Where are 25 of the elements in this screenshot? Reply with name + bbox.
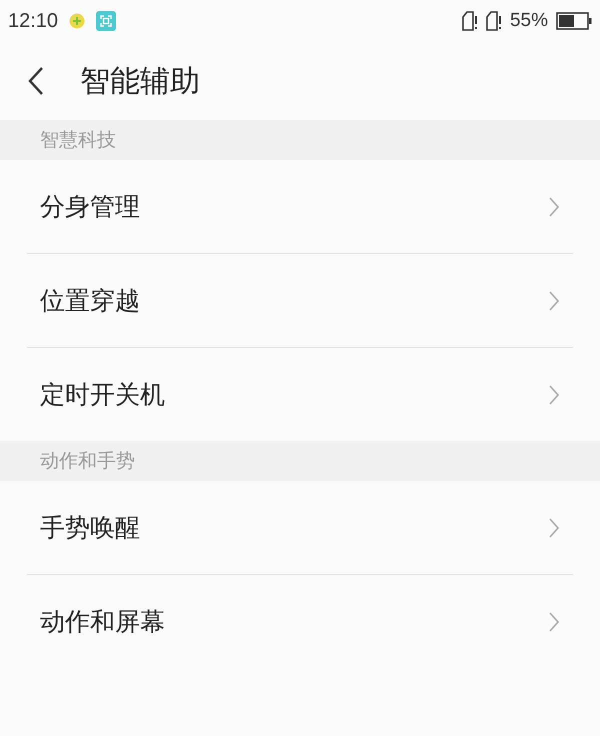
section-title: 动作和手势: [40, 449, 135, 474]
battery-percent: 55%: [510, 10, 548, 32]
chevron-right-icon: [549, 196, 559, 216]
settings-item[interactable]: 手势唤醒: [27, 481, 573, 575]
sim-card-icon: [486, 11, 502, 31]
settings-item[interactable]: 定时开关机: [27, 348, 573, 441]
coin-icon: [68, 12, 86, 30]
screenshot-icon: [96, 11, 116, 31]
settings-item[interactable]: 分身管理: [27, 160, 573, 254]
chevron-right-icon: [549, 290, 559, 310]
section-title: 智慧科技: [40, 128, 116, 153]
item-label: 位置穿越: [40, 285, 140, 317]
status-time: 12:10: [8, 10, 58, 32]
item-label: 动作和屏幕: [40, 606, 165, 638]
settings-item[interactable]: 动作和屏幕: [27, 575, 573, 668]
settings-item[interactable]: 位置穿越: [27, 254, 573, 348]
item-label: 定时开关机: [40, 379, 165, 411]
chevron-right-icon: [549, 612, 559, 632]
chevron-right-icon: [549, 384, 559, 404]
sim-card-icon: [462, 11, 478, 31]
battery-icon: [556, 12, 592, 30]
item-label: 分身管理: [40, 191, 140, 223]
chevron-right-icon: [549, 518, 559, 538]
page-title: 智能辅助: [80, 62, 200, 100]
item-label: 手势唤醒: [40, 512, 140, 544]
